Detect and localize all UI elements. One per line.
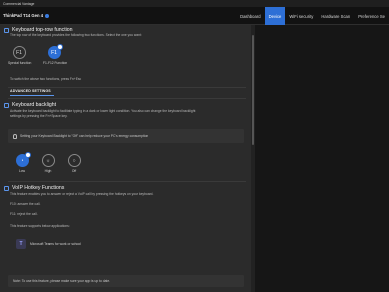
option-label: Low [18,169,26,173]
switch-hint: To switch the above two functions, press… [10,77,82,81]
update-note-box: Note: To use this feature, please make s… [8,275,244,287]
device-status-icon [45,13,50,18]
f1-icon: F1 [12,46,26,59]
divider [8,181,246,182]
backlight-low-icon: ◔ [15,152,31,167]
section-description: The top row of the keyboard provides the… [10,33,142,37]
device-name: ThinkPad T14 Gen 4 [3,13,44,18]
backlight-option-low[interactable]: ◔ Low [11,152,33,173]
option-label: Off [71,169,77,173]
supported-app-teams: T Microsoft Teams for work or school [16,239,81,249]
energy-tip-text: Setting your Keyboard Backlight to "Off"… [20,134,149,138]
tab-wifi-security[interactable]: WiFi security [285,7,317,25]
advanced-settings-link[interactable]: ADVANCED SETTINGS [10,89,51,93]
option-label: Special function [8,61,32,65]
phone-icon [4,185,9,191]
selected-check-icon [56,44,63,50]
supported-apps-text: This feature supports below applications… [10,224,70,228]
keyboard-icon [4,27,9,33]
window-titlebar: Commercial Vantage [0,0,389,7]
answer-hotkey-text: F10: answer the call. [10,202,41,206]
energy-tip-box: Setting your Keyboard Backlight to "Off"… [8,129,244,143]
scrollbar-thumb[interactable] [252,35,254,145]
backlight-option-off[interactable]: ○ Off [63,154,85,173]
advanced-settings-underline [10,95,54,96]
option-label: High [44,169,52,173]
lightbulb-icon [13,133,17,139]
settings-panel[interactable]: Keyboard top-row function The top row of… [0,25,251,292]
backlight-off-icon: ○ [67,154,81,167]
section-title: VoIP Hotkey Functions [12,185,65,191]
section-description-cont: settings by pressing the Fn+Space key. [10,114,68,118]
right-panel [255,25,389,292]
tab-preference-settings[interactable]: Preference Se [354,7,389,25]
app-header: ThinkPad T14 Gen 4 Dashboard Device WiFi… [0,7,389,25]
window-title: Commercial Vantage [3,1,35,6]
option-special-function[interactable]: F1 Special function [8,46,32,65]
section-keyboard-backlight: Keyboard backlight [4,102,56,108]
tab-device[interactable]: Device [264,7,286,25]
option-f1-f12-function[interactable]: F1 F1-F12 Function [43,44,68,65]
tab-hardware-scan[interactable]: Hardware Scan [317,7,354,25]
app-name: Microsoft Teams for work or school [30,242,81,246]
app-title: ThinkPad T14 Gen 4 [3,13,50,18]
divider [8,98,246,99]
selected-check-icon [24,152,31,158]
backlight-option-high[interactable]: ☼ High [37,154,59,173]
section-voip-hotkey: VoIP Hotkey Functions [4,185,64,191]
option-label: F1-F12 Function [43,61,68,65]
top-nav: Dashboard Device WiFi security Hardware … [236,7,389,25]
update-note-text: Note: To use this feature, please make s… [13,279,111,283]
teams-icon: T [16,239,26,249]
divider [8,87,246,88]
f1-icon: F1 [47,44,63,59]
reject-hotkey-text: F11: reject the call. [10,212,38,216]
section-title: Keyboard backlight [12,102,57,108]
section-description: This feature enables you to answer or re… [10,192,154,196]
backlight-high-icon: ☼ [41,154,55,167]
tab-dashboard[interactable]: Dashboard [236,7,265,25]
keyboard-backlight-icon [4,102,9,108]
